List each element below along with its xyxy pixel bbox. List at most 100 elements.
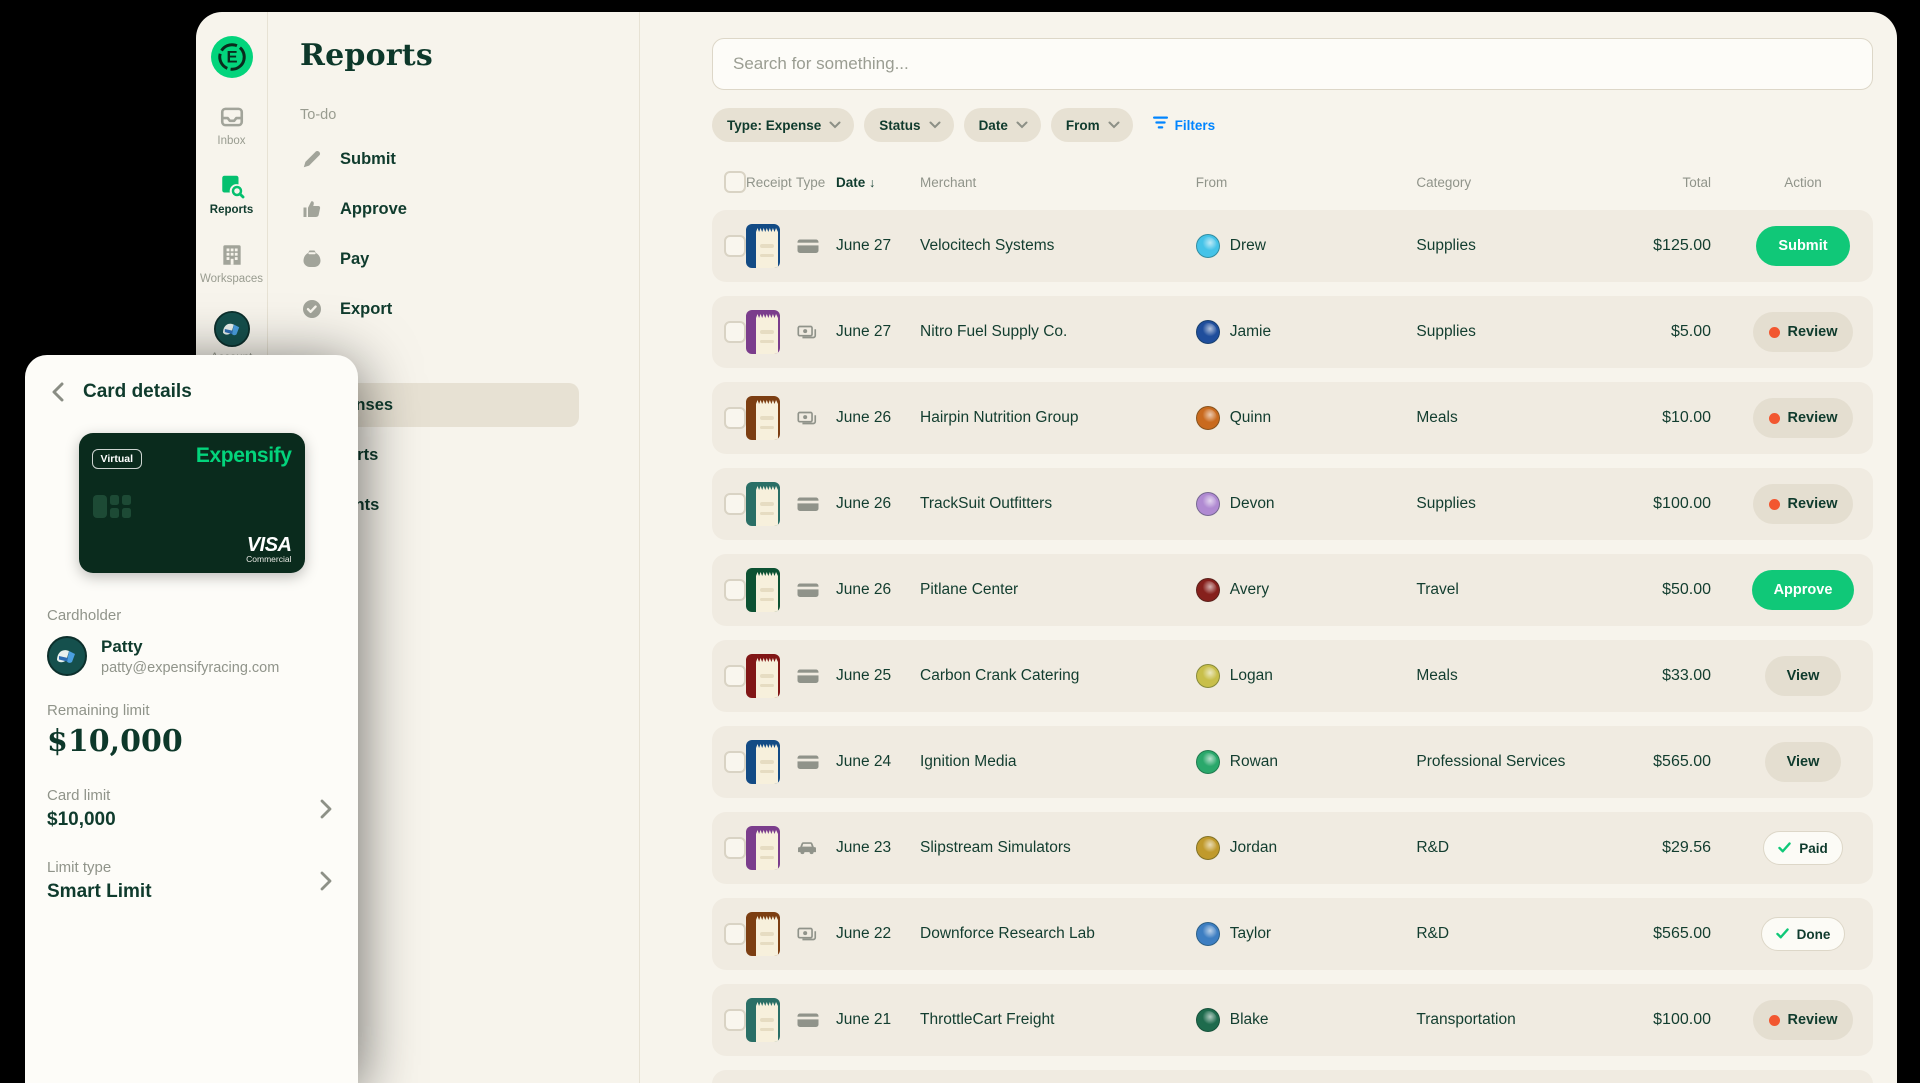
expense-row-partial[interactable] xyxy=(712,1070,1873,1083)
expense-row-downforce-research-lab[interactable]: June 22 Downforce Research Lab Taylor R&… xyxy=(712,898,1873,970)
app-window: E Inbox xyxy=(196,12,1897,1083)
row-checkbox[interactable] xyxy=(724,751,746,773)
sidebar-item-workspaces[interactable]: Workspaces xyxy=(197,242,267,285)
expense-date: June 24 xyxy=(836,753,920,771)
expense-row-pitlane-center[interactable]: June 26 Pitlane Center Avery Travel $50.… xyxy=(712,554,1873,626)
row-checkbox[interactable] xyxy=(724,923,746,945)
expense-date: June 22 xyxy=(836,925,920,943)
receipt-thumbnail[interactable] xyxy=(746,740,780,784)
todo-item-pay[interactable]: Pay xyxy=(300,245,639,273)
todo-item-submit[interactable]: Submit xyxy=(300,145,639,173)
money-bag-icon xyxy=(300,247,324,271)
receipt-thumbnail[interactable] xyxy=(746,396,780,440)
expense-category: Supplies xyxy=(1416,237,1591,255)
check-icon xyxy=(1776,927,1789,942)
receipt-thumbnail[interactable] xyxy=(746,654,780,698)
expense-from: Jordan xyxy=(1230,839,1277,857)
receipt-thumbnail[interactable] xyxy=(746,224,780,268)
back-button[interactable] xyxy=(47,381,69,403)
expense-row-carbon-crank-catering[interactable]: June 25 Carbon Crank Catering Logan Meal… xyxy=(712,640,1873,712)
column-header-category[interactable]: Category xyxy=(1416,175,1591,190)
sidebar-label-workspaces: Workspaces xyxy=(200,273,263,285)
column-header-merchant[interactable]: Merchant xyxy=(920,175,1196,190)
receipt-thumbnail[interactable] xyxy=(746,998,780,1042)
view-button[interactable]: View xyxy=(1765,742,1842,782)
receipt-thumbnail[interactable] xyxy=(746,482,780,526)
alert-dot-icon xyxy=(1769,499,1780,510)
row-checkbox[interactable] xyxy=(724,665,746,687)
card-limit-row[interactable]: Card limit $10,000 xyxy=(47,787,336,831)
expensify-logo-icon[interactable]: E xyxy=(211,36,253,78)
type-cash-icon xyxy=(796,923,836,945)
screen-background: E Inbox xyxy=(0,0,1920,1083)
review-button[interactable]: Review xyxy=(1753,398,1854,438)
review-button[interactable]: Review xyxy=(1753,484,1854,524)
limit-type-row[interactable]: Limit type Smart Limit xyxy=(47,859,336,903)
expense-merchant: Hairpin Nutrition Group xyxy=(920,409,1196,427)
visa-logo: VISA Commercial xyxy=(246,536,291,564)
column-header-type[interactable]: Type xyxy=(796,175,836,190)
todo-label-submit: Submit xyxy=(340,150,396,169)
todo-item-export[interactable]: Export xyxy=(300,295,639,323)
todo-label-pay: Pay xyxy=(340,250,369,269)
todo-item-approve[interactable]: Approve xyxy=(300,195,639,223)
receipt-thumbnail[interactable] xyxy=(746,568,780,612)
limit-type-label: Limit type xyxy=(47,859,336,876)
filter-chip-from[interactable]: From xyxy=(1051,108,1133,142)
expense-merchant: Velocitech Systems xyxy=(920,237,1196,255)
row-checkbox[interactable] xyxy=(724,493,746,515)
expense-row-throttlecart-freight[interactable]: June 21 ThrottleCart Freight Blake Trans… xyxy=(712,984,1873,1056)
receipt-thumbnail[interactable] xyxy=(746,310,780,354)
expense-category: R&D xyxy=(1416,839,1591,857)
expense-category: Supplies xyxy=(1416,323,1591,341)
row-checkbox[interactable] xyxy=(724,321,746,343)
search-input[interactable]: Search for something... xyxy=(712,38,1873,90)
expense-row-ignition-media[interactable]: June 24 Ignition Media Rowan Professiona… xyxy=(712,726,1873,798)
receipt-thumbnail[interactable] xyxy=(746,826,780,870)
expense-row-tracksuit-outfitters[interactable]: June 26 TrackSuit Outfitters Devon Suppl… xyxy=(712,468,1873,540)
row-checkbox[interactable] xyxy=(724,579,746,601)
review-button[interactable]: Review xyxy=(1753,312,1854,352)
chevron-right-icon xyxy=(320,871,332,891)
paid-status-pill[interactable]: Paid xyxy=(1763,831,1843,865)
sidebar-item-reports[interactable]: Reports xyxy=(197,173,267,216)
card-limit-label: Card limit xyxy=(47,787,336,804)
column-header-date[interactable]: Date ↓ xyxy=(836,175,920,190)
column-header-receipt[interactable]: Receipt xyxy=(746,175,796,190)
expense-merchant: Slipstream Simulators xyxy=(920,839,1196,857)
filters-button[interactable]: Filters xyxy=(1153,116,1216,134)
filter-chip-type[interactable]: Type: Expense xyxy=(712,108,854,142)
row-checkbox[interactable] xyxy=(724,837,746,859)
done-status-pill[interactable]: Done xyxy=(1761,917,1846,951)
submit-button[interactable]: Submit xyxy=(1756,226,1849,266)
expense-row-hairpin-nutrition[interactable]: June 26 Hairpin Nutrition Group Quinn Me… xyxy=(712,382,1873,454)
expense-date: June 23 xyxy=(836,839,920,857)
expense-row-nitro-fuel-supply[interactable]: June 27 Nitro Fuel Supply Co. Jamie Supp… xyxy=(712,296,1873,368)
todo-label-approve: Approve xyxy=(340,200,407,219)
filter-chip-date[interactable]: Date xyxy=(964,108,1041,142)
review-button[interactable]: Review xyxy=(1753,1000,1854,1040)
row-checkbox[interactable] xyxy=(724,1009,746,1031)
column-header-from[interactable]: From xyxy=(1196,175,1417,190)
receipt-thumbnail[interactable] xyxy=(746,912,780,956)
type-card-icon xyxy=(796,664,836,688)
inbox-icon xyxy=(219,104,245,130)
column-header-total[interactable]: Total xyxy=(1591,175,1711,190)
sidebar-item-inbox[interactable]: Inbox xyxy=(197,104,267,147)
virtual-badge: Virtual xyxy=(92,449,142,469)
expense-row-slipstream-simulators[interactable]: June 23 Slipstream Simulators Jordan R&D… xyxy=(712,812,1873,884)
view-button[interactable]: View xyxy=(1765,656,1842,696)
row-checkbox[interactable] xyxy=(724,407,746,429)
row-checkbox[interactable] xyxy=(724,235,746,257)
expense-category: Professional Services xyxy=(1416,753,1591,771)
chevron-right-icon xyxy=(320,799,332,819)
expense-row-velocitech-systems[interactable]: June 27 Velocitech Systems Drew Supplies… xyxy=(712,210,1873,282)
approve-button[interactable]: Approve xyxy=(1752,570,1855,610)
select-all-checkbox[interactable] xyxy=(724,171,746,193)
expense-from: Devon xyxy=(1230,495,1275,513)
expense-from: Drew xyxy=(1230,237,1266,255)
avatar xyxy=(1196,492,1220,516)
search-placeholder: Search for something... xyxy=(733,54,909,74)
limit-type-value: Smart Limit xyxy=(47,881,336,903)
filter-chip-status[interactable]: Status xyxy=(864,108,953,142)
